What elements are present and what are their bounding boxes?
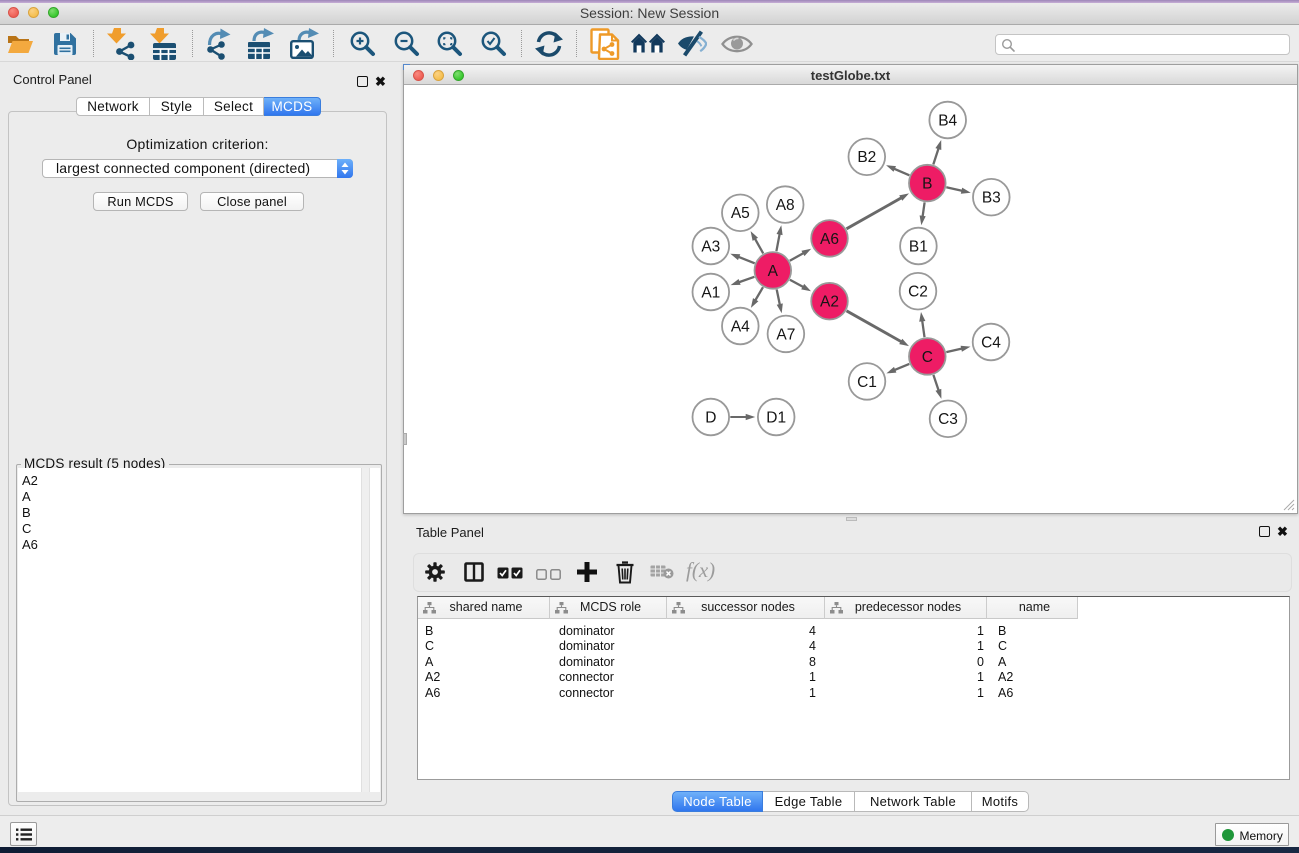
svg-text:A3: A3 — [701, 238, 720, 255]
svg-text:B4: B4 — [938, 112, 957, 129]
svg-text:C4: C4 — [981, 334, 1001, 351]
svg-text:A7: A7 — [776, 326, 795, 343]
svg-text:C3: C3 — [938, 411, 958, 428]
svg-text:A2: A2 — [820, 294, 839, 311]
svg-text:A: A — [768, 263, 779, 280]
svg-text:C: C — [922, 349, 933, 366]
svg-text:C1: C1 — [857, 374, 877, 391]
svg-text:D: D — [705, 409, 716, 426]
svg-text:B2: B2 — [857, 149, 876, 166]
svg-text:B: B — [922, 176, 932, 193]
svg-text:C2: C2 — [908, 284, 928, 301]
svg-text:A5: A5 — [731, 205, 750, 222]
svg-text:B1: B1 — [909, 238, 928, 255]
svg-text:A1: A1 — [701, 284, 720, 301]
svg-text:A6: A6 — [820, 231, 839, 248]
svg-text:A8: A8 — [776, 197, 795, 214]
svg-text:D1: D1 — [766, 409, 786, 426]
svg-text:A4: A4 — [731, 318, 750, 335]
svg-text:B3: B3 — [982, 190, 1001, 207]
